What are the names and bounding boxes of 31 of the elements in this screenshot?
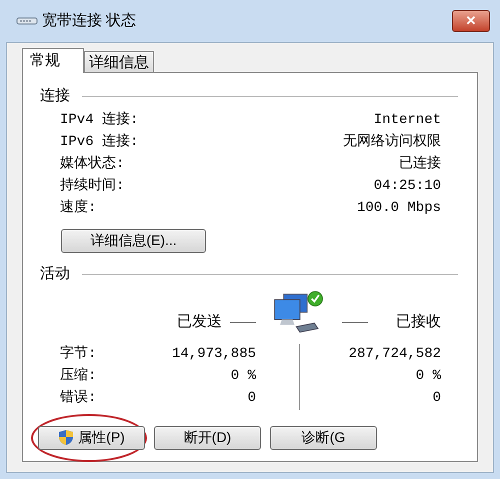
dialog-button[interactable]: 断开(D) [154, 426, 261, 450]
field-label: IPv6 连接: [60, 132, 138, 152]
dialog-button[interactable]: 诊断(G [270, 426, 377, 450]
section-heading: 活动 [40, 264, 70, 284]
details-button[interactable]: 详细信息(E)... [61, 228, 206, 252]
sent-value: 14,973,885 [172, 345, 256, 364]
tab[interactable]: 详细信息 [84, 51, 154, 72]
field-value: 无网络访问权限 [343, 132, 441, 152]
field-label: 持续时间: [60, 176, 124, 196]
field-value: 已连接 [399, 154, 441, 174]
field-label: 媒体状态: [60, 154, 124, 174]
window-title: 宽带连接 状态 [42, 10, 136, 31]
stat-label: 错误: [60, 388, 96, 408]
stat-label: 字节: [60, 344, 96, 364]
stat-label: 压缩: [60, 366, 96, 386]
sent-label: 已发送 [177, 312, 222, 332]
sent-value: 0 % [230, 367, 256, 386]
received-value: 287,724,582 [348, 345, 441, 364]
network-icon [16, 16, 38, 26]
field-label: IPv4 连接: [60, 110, 138, 130]
dialog-button[interactable]: 属性(P) [38, 426, 145, 450]
field-value: 04:25:10 [374, 177, 441, 196]
section-heading: 连接 [40, 86, 70, 106]
sent-value: 0 [248, 389, 256, 408]
field-label: 速度: [60, 198, 96, 218]
received-value: 0 % [416, 367, 441, 386]
received-label: 已接收 [396, 312, 441, 332]
field-value: 100.0 Mbps [356, 199, 441, 218]
tab[interactable]: 常规 [22, 48, 84, 73]
received-value: 0 [432, 389, 441, 408]
field-value: Internet [374, 111, 441, 130]
